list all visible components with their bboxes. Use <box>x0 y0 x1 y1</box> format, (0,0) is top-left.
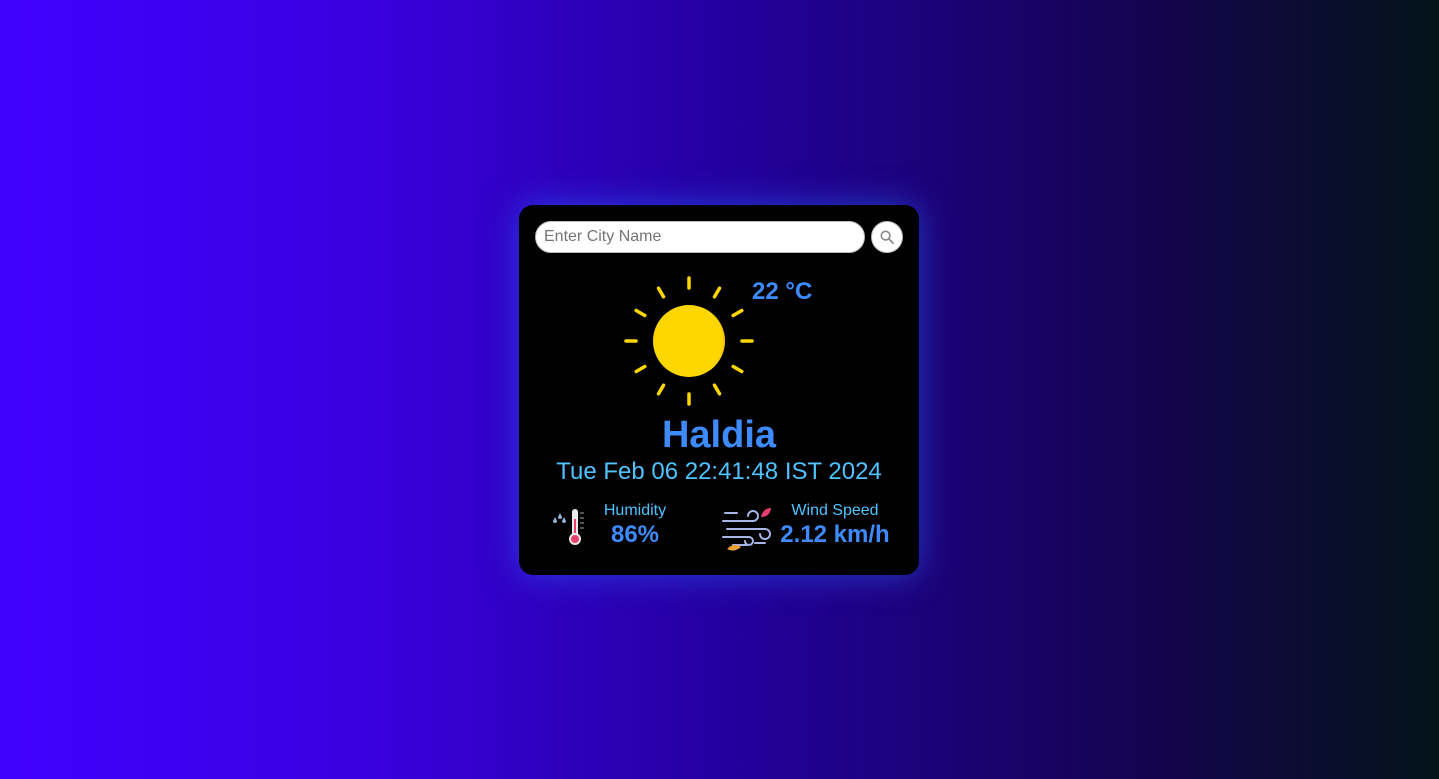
wind-speed-label: Wind Speed <box>791 502 879 519</box>
thermometer-humidity-icon <box>553 509 584 545</box>
humidity-metric: Humidity 86% <box>551 501 691 551</box>
wind-icon <box>722 508 771 551</box>
search-bar <box>535 221 903 253</box>
humidity-value: 86% <box>610 521 660 548</box>
temperature-value: 22 °C <box>752 278 813 305</box>
sun-icon <box>624 276 754 406</box>
humidity-label: Humidity <box>603 502 667 519</box>
wind-speed-value: 2.12 km/h <box>780 521 890 548</box>
search-button[interactable] <box>871 221 903 253</box>
city-name: Haldia <box>661 414 777 456</box>
date-time: Tue Feb 06 22:41:48 IST 2024 <box>556 458 882 485</box>
city-search-input[interactable] <box>535 221 865 253</box>
search-icon <box>880 230 894 244</box>
wind-metric: Wind Speed 2.12 km/h <box>721 501 901 551</box>
weather-card: 22 °C Haldia Tue Feb 06 22:41:48 IST 202… <box>519 205 919 575</box>
